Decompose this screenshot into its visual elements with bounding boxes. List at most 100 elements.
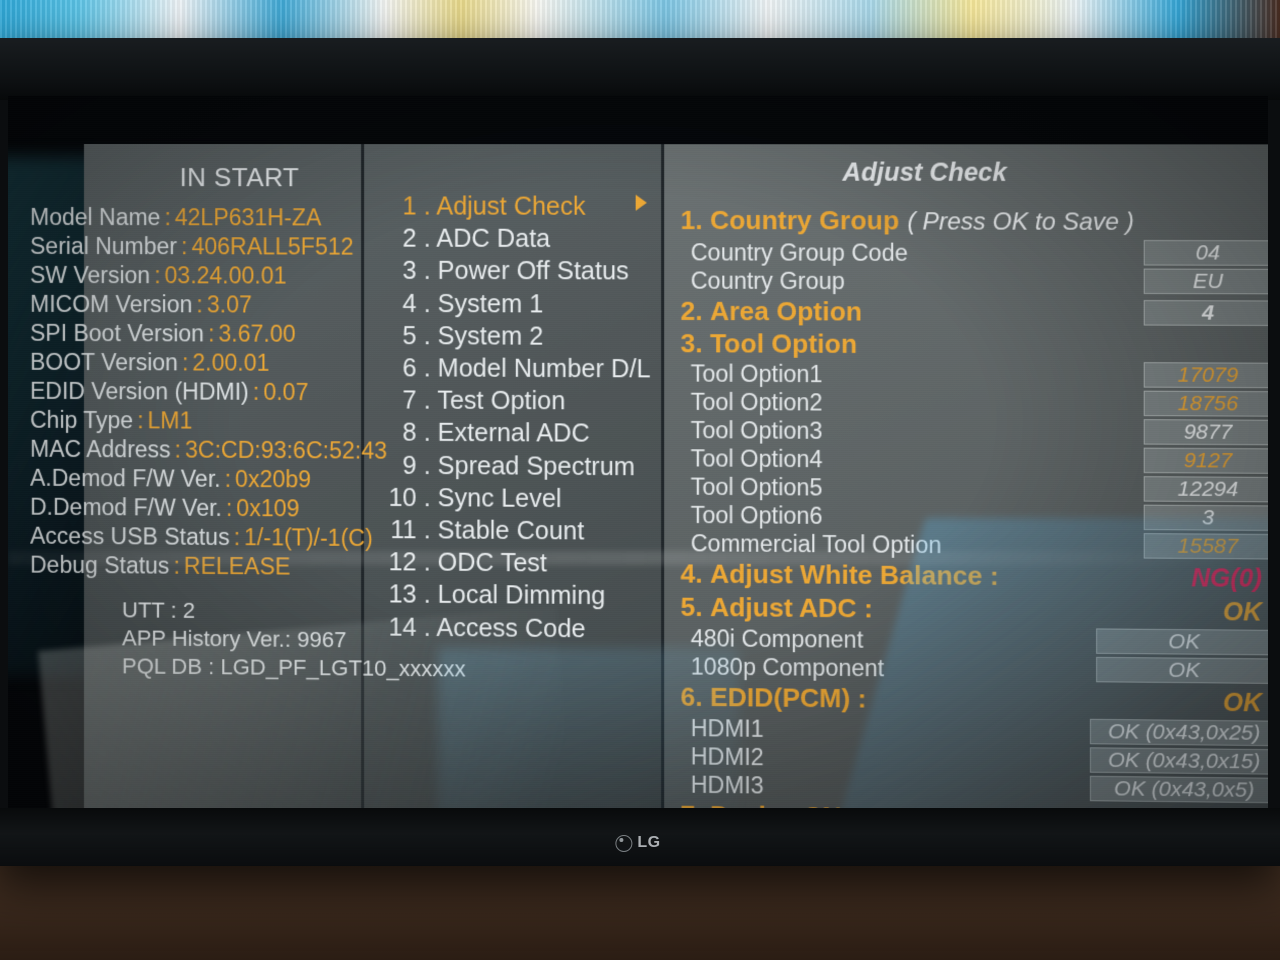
section-number: 5. [680,591,703,623]
menu-item-model-number-dl[interactable]: 6 . Model Number D/L [364,352,661,386]
row-tool-option-2[interactable]: Tool Option2 18756 [664,388,1268,419]
value-box: OK [1096,656,1268,684]
section-label: Tool Option [709,328,858,360]
menu-item-dot: . [423,548,438,577]
menu-item-odc-test[interactable]: 12 . ODC Test [364,546,661,581]
menu-item-sync-level[interactable]: 10 . Sync Level [364,481,661,515]
row-tool-option-6[interactable]: Tool Option6 3 [664,501,1268,533]
menu-item-label: Stable Count [437,516,585,546]
menu-item-adc-data[interactable]: 2 . ADC Data [364,223,661,256]
screenshot-stage: IN START Model Name : 42LP631H-ZA Serial… [0,0,1280,960]
lg-logo: LG [615,834,660,852]
info-colon: : [196,291,203,318]
menu-item-dot: . [423,321,438,351]
value-box: OK (0x43,0x25) [1089,718,1268,747]
value-box: 04 [1143,240,1268,266]
menu-item-label: Power Off Status [437,257,629,286]
section-adjust-adc[interactable]: 5. Adjust ADC : OK [664,590,1268,628]
menu-item-dot: . [423,516,438,545]
section-area-option[interactable]: 2. Area Option 4 [664,295,1268,329]
row-label: Tool Option2 [690,388,823,416]
menu-item-test-option[interactable]: 7 . Test Option [364,384,661,418]
info-label: A.Demod F/W Ver. [30,464,221,492]
menu-item-local-dimming[interactable]: 13 . Local Dimming [364,579,661,614]
value-box: OK (0x43,0x5) [1089,775,1268,804]
menu-item-number: 11 [390,516,417,545]
menu-item-system-1[interactable]: 4 . System 1 [364,287,661,320]
info-colon: : [164,204,171,231]
info-colon: : [252,378,260,405]
menu-item-system-2[interactable]: 5 . System 2 [364,320,661,353]
menu-item-label: System 2 [437,321,544,351]
section-number: 6. [680,681,703,713]
country-group-hint: ( Press OK to Save ) [907,208,1135,236]
adjust-adc-status: OK [1222,597,1262,627]
row-label: Commercial Tool Option [690,530,942,559]
menu-item-label: Local Dimming [437,581,606,611]
section-number: 3. [680,328,703,359]
menu-item-dot: . [423,581,438,610]
row-country-group[interactable]: Country Group EU [664,266,1268,296]
menu-item-power-off-status[interactable]: 3 . Power Off Status [364,255,661,288]
row-label: 480i Component [690,625,864,653]
section-country-group[interactable]: 1. Country Group ( Press OK to Save ) [664,204,1268,240]
info-value: 3.67.00 [218,320,296,347]
info-row: SW Version : 03.24.00.01 [30,261,361,291]
menu-item-external-adc[interactable]: 8 . External ADC [364,417,661,451]
lg-ring-icon [615,834,633,852]
section-adjust-white-balance[interactable]: 4. Adjust White Balance : NG(0) [664,557,1268,595]
tv-screen: IN START Model Name : 42LP631H-ZA Serial… [8,96,1268,818]
adjust-check-title: Adjust Check [842,158,1007,187]
section-tool-option[interactable]: 3. Tool Option [664,327,1268,362]
section-label: Area Option [709,295,863,327]
row-tool-option-4[interactable]: Tool Option4 9127 [664,444,1268,476]
adjust-check-panel: Adjust Check 1. Country Group ( Press OK… [661,144,1268,818]
row-tool-option-5[interactable]: Tool Option5 12294 [664,472,1268,504]
menu-item-spread-spectrum[interactable]: 9 . Spread Spectrum [364,449,661,483]
info-label: SPI Boot Version [30,319,205,347]
row-commercial-tool-option[interactable]: Commercial Tool Option 15587 [664,529,1268,562]
menu-item-number: 14 [388,613,417,642]
info-row: Model Name : 42LP631H-ZA [30,203,361,233]
row-label: HDMI3 [690,771,764,799]
menu-item-number: 13 [388,580,417,610]
value-box: 3 [1143,504,1268,531]
chevron-right-icon [635,194,647,211]
app-history-row: APP History Ver.: 9967 [121,625,347,653]
info-label: Debug Status [30,551,170,579]
section-number: 2. [680,295,703,327]
row-tool-option-1[interactable]: Tool Option1 17079 [664,359,1268,390]
info-value: 42LP631H-ZA [174,204,322,231]
info-value: 0x20b9 [235,465,312,493]
info-colon: : [174,436,182,463]
info-row: Debug Status : RELEASE [30,551,361,582]
info-value: LM1 [147,407,193,434]
menu-item-label: System 1 [437,289,544,319]
info-value: 03.24.00.01 [164,262,287,289]
row-country-group-code[interactable]: Country Group Code 04 [664,238,1268,268]
menu-item-stable-count[interactable]: 11 . Stable Count [364,514,661,548]
info-label: MICOM Version [30,290,193,318]
in-start-title: IN START [179,162,300,193]
menu-item-number: 5 [402,321,417,351]
info-row: Access USB Status : 1/-1(T)/-1(C) [30,522,373,553]
menu-item-access-code[interactable]: 14 . Access Code [364,611,661,646]
info-label: Serial Number [30,232,178,260]
in-start-panel: IN START Model Name : 42LP631H-ZA Serial… [30,144,466,818]
menu-item-number: 12 [388,548,417,577]
menu-item-dot: . [423,224,437,253]
row-tool-option-3[interactable]: Tool Option3 9877 [664,416,1268,448]
value-box: 9127 [1143,447,1268,474]
info-row: Serial Number : 406RALL5F512 [30,232,361,262]
menu-item-number: 8 [402,418,417,448]
menu-item-adjust-check[interactable]: 1 . Adjust Check [364,190,661,223]
menu-item-label: Adjust Check [436,192,586,221]
info-label: SW Version [30,261,151,289]
info-colon: : [225,494,233,521]
menu-item-number: 10 [388,483,417,512]
row-1080p-component[interactable]: 1080p Component OK [664,652,1268,686]
menu-item-dot: . [423,483,438,513]
info-colon: : [208,320,215,347]
info-value: 0x109 [236,494,300,522]
info-label: BOOT Version [30,348,178,376]
